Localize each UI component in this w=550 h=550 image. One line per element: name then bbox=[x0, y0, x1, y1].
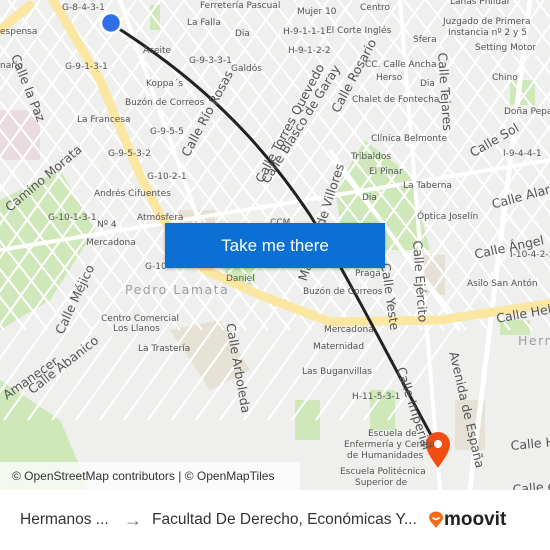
map-poi-label: Los Llanos bbox=[113, 324, 160, 334]
origin-marker bbox=[99, 11, 123, 35]
map-poi-label: H-9-1-2-2 bbox=[288, 46, 331, 56]
map-poi-label: Mujer 10 bbox=[297, 7, 337, 17]
map-poi-label: Buzón de Correos bbox=[303, 287, 383, 297]
brand-name: moovit bbox=[444, 509, 507, 530]
map-poi-label: G-8-4-3-1 bbox=[62, 3, 105, 13]
map-poi-label: Centro bbox=[360, 3, 391, 13]
map-attribution[interactable]: © OpenStreetMap contributors | © OpenMap… bbox=[0, 462, 300, 490]
district-label: Herm bbox=[518, 333, 550, 348]
map-poi-label: G-9-1-3-1 bbox=[65, 62, 108, 72]
map-poi-label: Las Buganvillas bbox=[302, 367, 372, 377]
map-poi-label: G-10-1-3-1 bbox=[48, 213, 97, 223]
map-poi-label: Mercadona bbox=[86, 238, 136, 248]
map-poi-label: G-10 bbox=[145, 262, 167, 272]
map-poi-label: Doña Pepa bbox=[504, 107, 550, 117]
map-poi-label: Dia bbox=[362, 193, 377, 203]
map-poi-label: Chino bbox=[492, 73, 518, 83]
map-poi-label: Nº 4 bbox=[97, 220, 117, 230]
map-poi-label: Dia bbox=[420, 79, 435, 89]
map-poi-label: H-9-1-1-1 bbox=[283, 27, 326, 37]
map-poi-label: Buzón de Correos bbox=[125, 98, 205, 108]
map-poi-label: El Pinar bbox=[369, 167, 403, 177]
moovit-logo: moovit bbox=[428, 509, 506, 531]
map-poi-label: G-9-5-3-2 bbox=[108, 149, 151, 159]
map-poi-label: Chalet de Fontecha bbox=[352, 95, 440, 105]
map-poi-label: Maternidad bbox=[313, 342, 365, 352]
map[interactable]: G-8-4-3-1 Ferretería Pascual Mujer 10 Centr… bbox=[0, 0, 550, 490]
map-poi-label: Aceite bbox=[143, 46, 172, 56]
map-poi-label: Superior de bbox=[355, 478, 408, 488]
map-poi-label: Instancia nº 2 y 5 bbox=[448, 28, 527, 38]
map-poi-label: Centro Comercial bbox=[101, 314, 179, 324]
footer-bar: Hermanos ... → Facultad De Derecho, Econ… bbox=[0, 490, 550, 550]
map-poi-label: H-11-5-3-1 bbox=[352, 392, 401, 402]
map-poi-label: G-9-5-5 bbox=[150, 127, 184, 137]
map-poi-label: Lanas Phildar bbox=[450, 0, 511, 7]
map-poi-label: CC. Calle Ancha bbox=[365, 60, 437, 70]
map-poi-label: Escuela Politécnica bbox=[340, 467, 426, 477]
map-poi-label: Andrés Cifuentes bbox=[94, 189, 171, 199]
map-poi-label: La Taberna bbox=[403, 181, 452, 191]
map-poi-label: El Corte Inglés bbox=[326, 26, 392, 36]
map-poi-label: Óptica Joselín bbox=[417, 212, 479, 222]
map-poi-label: Setting Motor bbox=[475, 43, 537, 53]
take-me-there-button[interactable]: Take me there bbox=[165, 223, 385, 268]
map-poi-label: Praga bbox=[355, 269, 381, 279]
map-poi-label: Daniel bbox=[226, 274, 255, 284]
map-poi-label: Dia bbox=[235, 29, 250, 39]
map-poi-label: Sfera bbox=[413, 35, 437, 45]
map-poi-label: Ferretería Pascual bbox=[200, 1, 281, 11]
moovit-pin-icon bbox=[429, 511, 443, 528]
map-poi-label: Tribaldos bbox=[351, 152, 392, 162]
map-poi-label: Herso bbox=[376, 73, 403, 83]
map-poi-label: de Humanidades bbox=[347, 451, 424, 461]
map-poi-label: La Falla bbox=[187, 18, 221, 28]
origin-name: Hermanos ... bbox=[20, 511, 109, 528]
map-poi-label: G-9-3-3-1 bbox=[189, 56, 232, 66]
map-poi-label: Mercadona bbox=[324, 325, 374, 335]
arrow-right-icon: → bbox=[124, 509, 142, 530]
map-poi-label: Escuela de bbox=[368, 429, 417, 439]
map-poi-label: G-10-2-1 bbox=[147, 172, 187, 182]
destination-name: Facultad De Derecho, Económicas Y... bbox=[152, 511, 417, 528]
map-poi-label: La Trastería bbox=[138, 344, 191, 354]
map-poi-label: Galdós bbox=[231, 64, 262, 74]
map-poi-label: Juzgado de Primera bbox=[443, 17, 531, 27]
map-poi-label: Atmósfera bbox=[137, 213, 184, 223]
district-label: Pedro Lamata bbox=[125, 282, 230, 297]
map-poi-label: Koppa´s bbox=[146, 79, 184, 89]
map-poi-label: espensa bbox=[0, 27, 38, 37]
map-poi-label: Clínica Belmonte bbox=[371, 134, 448, 144]
map-poi-label: Asilo San Antón bbox=[467, 279, 538, 289]
map-poi-label: La Francesa bbox=[77, 115, 131, 125]
map-poi-label: I-9-4-4-1 bbox=[503, 149, 542, 159]
